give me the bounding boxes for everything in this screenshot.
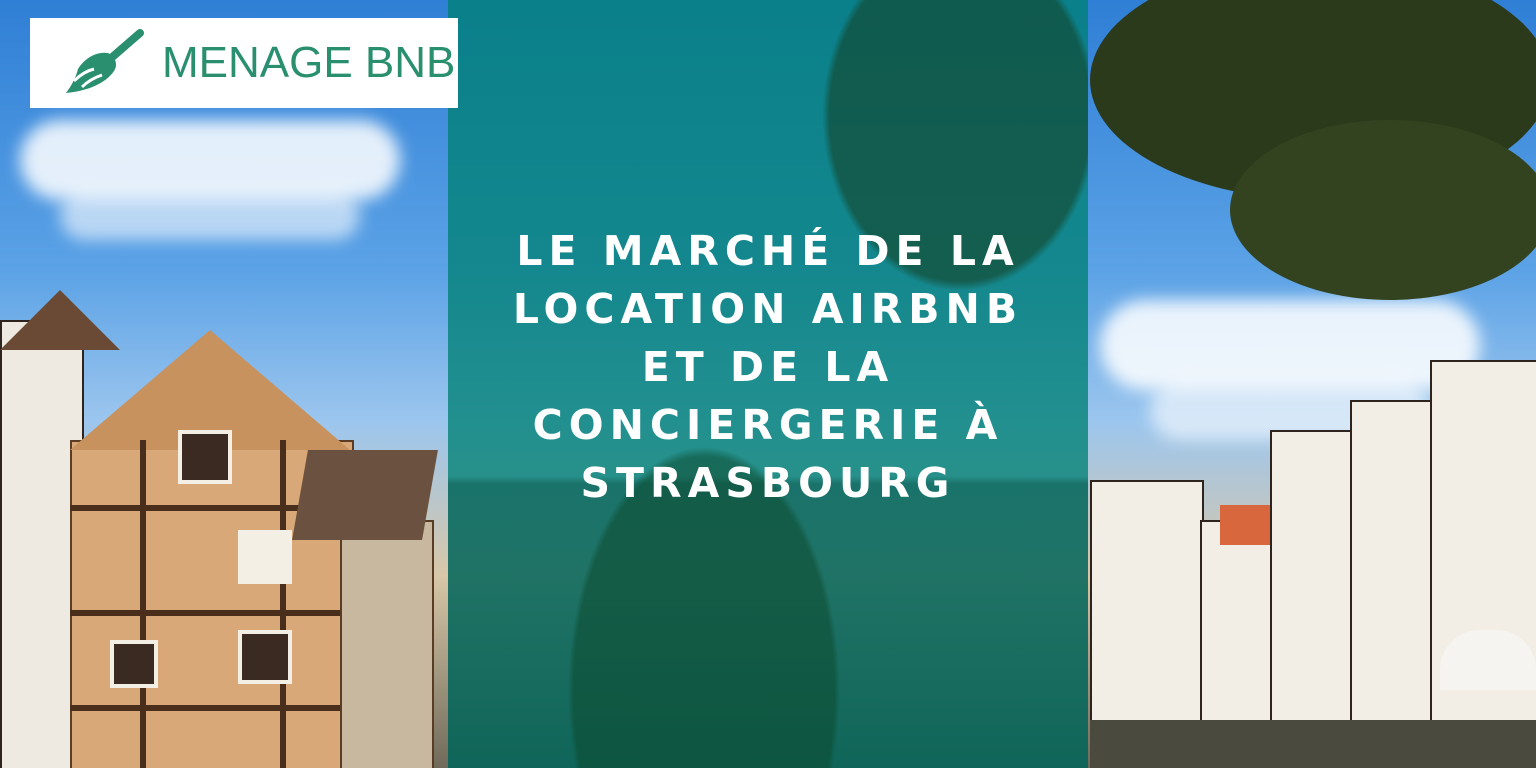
tree [1230,120,1536,300]
cloud [1100,300,1480,390]
hero-banner: LE MARCHÉ DE LA LOCATION AIRBNB ET DE LA… [0,0,1536,768]
building [1430,360,1536,768]
market-umbrella [1440,630,1536,690]
beam [70,610,350,616]
headline-line: CONCIERGERIE À [532,401,1004,449]
logo-text: MENAGE BNB [162,38,456,87]
headline-line: STRASBOURG [580,459,956,507]
headline: LE MARCHÉ DE LA LOCATION AIRBNB ET DE LA… [448,222,1088,512]
window [238,530,292,584]
beam [140,440,146,768]
roof [292,450,438,540]
broom-icon [66,29,144,93]
cloud [60,190,360,240]
beam [70,705,350,711]
roof [1220,505,1270,545]
cloud [20,120,400,200]
logo: MENAGE BNB [30,18,458,108]
window [110,640,158,688]
beam [280,440,286,768]
window [238,630,292,684]
headline-line: LE MARCHÉ DE LA [516,227,1020,275]
building [340,520,434,768]
street-crowd [1090,720,1536,768]
window [178,430,232,484]
headline-line: LOCATION AIRBNB [512,285,1024,333]
headline-line: ET DE LA [641,343,895,391]
